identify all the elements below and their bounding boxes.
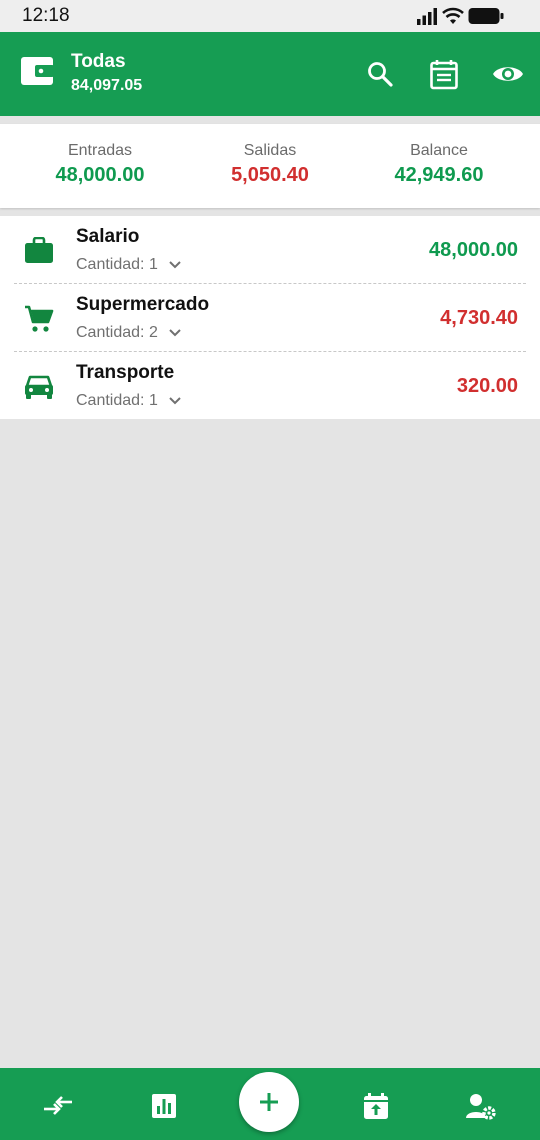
balance-value: 42,949.60 (394, 164, 484, 186)
settings-button[interactable] (463, 1088, 499, 1124)
quantity-toggle[interactable]: Cantidad: 1 (76, 392, 182, 410)
category-name: Transporte (76, 362, 175, 383)
date-filter-button[interactable] (426, 56, 462, 92)
category-amount: 320.00 (456, 375, 518, 397)
balance-label: Balance (410, 142, 468, 159)
cart-icon (22, 302, 56, 336)
signal-icon (417, 8, 437, 25)
balance-summary: Balance 42,949.60 (349, 124, 529, 187)
status-time: 12:18 (22, 5, 70, 26)
status-bar: 12:18 (0, 0, 540, 32)
user-settings-icon (466, 1094, 496, 1120)
wifi-icon (442, 7, 464, 24)
category-name: Supermercado (76, 294, 210, 315)
transfer-button[interactable] (40, 1088, 76, 1124)
schedule-button[interactable] (358, 1088, 394, 1124)
summary-card: Entradas 48,000.00 Salidas 5,050.40 Bala… (0, 124, 540, 208)
quantity-label: Cantidad: 2 (76, 324, 158, 341)
calendar-list-icon (430, 60, 458, 90)
list-item[interactable]: Supermercado Cantidad: 2 4,730.40 (0, 284, 540, 352)
briefcase-icon (22, 234, 56, 268)
list-item[interactable]: Salario Cantidad: 1 48,000.00 (0, 216, 540, 284)
expense-label: Salidas (243, 142, 297, 159)
expense-value: 5,050.40 (231, 164, 309, 186)
app-bar: Todas 84,097.05 (0, 32, 540, 116)
quantity-label: Cantidad: 1 (76, 256, 158, 273)
quantity-toggle[interactable]: Cantidad: 1 (76, 256, 182, 274)
income-summary: Entradas 48,000.00 (10, 124, 190, 187)
account-name[interactable]: Todas (71, 51, 126, 73)
category-list: Salario Cantidad: 1 48,000.00 Supermerca… (0, 216, 540, 419)
wallet-icon[interactable] (20, 54, 54, 88)
account-balance: 84,097.05 (71, 77, 143, 94)
transfer-icon (44, 1096, 72, 1115)
income-value: 48,000.00 (55, 164, 145, 186)
screen: 12:18 Todas 84,097.05 Entradas 48,000.00… (0, 0, 540, 1140)
expense-summary: Salidas 5,050.40 (180, 124, 360, 187)
category-amount: 48,000.00 (429, 239, 518, 261)
eye-icon (493, 67, 523, 81)
chevron-down-icon (169, 261, 181, 269)
income-label: Entradas (67, 142, 133, 159)
chevron-down-icon (169, 397, 181, 405)
chevron-down-icon (169, 329, 181, 337)
car-icon (22, 370, 56, 404)
category-amount: 4,730.40 (440, 307, 518, 329)
add-icon (260, 1093, 278, 1111)
quantity-label: Cantidad: 1 (76, 392, 158, 409)
search-button[interactable] (362, 56, 398, 92)
category-name: Salario (76, 226, 140, 247)
chart-icon (152, 1094, 176, 1118)
add-button[interactable] (239, 1072, 299, 1132)
battery-icon (468, 8, 504, 24)
list-item[interactable]: Transporte Cantidad: 1 320.00 (0, 352, 540, 420)
search-icon (368, 62, 393, 87)
visibility-button[interactable] (490, 56, 526, 92)
quantity-toggle[interactable]: Cantidad: 2 (76, 324, 182, 342)
calendar-upload-icon (364, 1093, 388, 1119)
stats-button[interactable] (146, 1088, 182, 1124)
